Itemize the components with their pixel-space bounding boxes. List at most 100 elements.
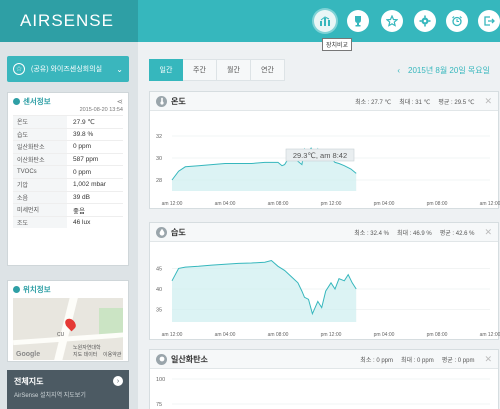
sensor-row: 이산화탄소 587 ppm — [13, 152, 123, 166]
full-map-subtitle: AirSense 설치지역 지도보기 — [14, 393, 86, 399]
humidity-chart[interactable]: 45 40 35 am 12:00 am 04:00 am 08:00 pm 12:00 pm… — [150, 242, 500, 340]
sensor-value: 587 ppm — [73, 156, 99, 164]
tab-daily[interactable]: 일간 — [149, 59, 183, 81]
share-icon[interactable]: ⋖ — [117, 97, 123, 106]
x-tick-label: am 12:00 — [162, 332, 183, 338]
alarm-button[interactable] — [446, 10, 468, 32]
logo[interactable]: AIRSENSE — [20, 11, 114, 31]
co-chart[interactable]: 100 75 — [150, 369, 500, 409]
sensor-name: 온도 — [13, 116, 67, 128]
co-title: 일산화탄소 — [171, 354, 208, 364]
y-tick-label: 35 — [156, 308, 162, 314]
co-icon — [156, 353, 167, 365]
y-tick-label: 28 — [156, 178, 162, 184]
sensor-row: 소음 39 dB — [13, 190, 123, 204]
current-date: 2015년 8월 20일 목요일 — [408, 65, 490, 75]
sensor-name: 습도 — [13, 128, 67, 141]
location-title: 위치정보 — [23, 285, 51, 294]
map-data-link[interactable]: 지도 데이터 — [73, 351, 97, 358]
map-label: CU — [57, 332, 65, 338]
sensor-name: 기압 — [13, 178, 67, 191]
location-header: 위치정보 — [8, 281, 128, 295]
humidity-max: 최대 : 46.9 % — [396, 230, 432, 237]
chevron-down-icon[interactable]: ⌄ — [116, 65, 123, 74]
close-icon[interactable]: ✕ — [484, 354, 492, 365]
x-tick-label: pm 04:00 — [374, 332, 395, 338]
sensor-name: 이산화탄소 — [13, 153, 67, 166]
sensor-value: 39.8 % — [73, 130, 94, 138]
x-tick-label: am 12:00 — [480, 201, 500, 207]
favorites-button[interactable] — [381, 10, 403, 32]
device-compare-button[interactable] — [314, 10, 336, 32]
temperature-card: 온도 최소 : 27.7 ℃ 최대 : 31 ℃ 평균 : 29.5 ℃ ✕ 3… — [149, 91, 500, 209]
sensor-value: 27.9 ℃ — [73, 118, 95, 126]
y-tick-label: 30 — [156, 156, 162, 162]
temperature-stats: 최소 : 27.7 ℃ 최대 : 31 ℃ 평균 : 29.5 ℃ — [355, 97, 474, 106]
y-tick-label: 75 — [156, 402, 162, 408]
temperature-min: 최소 : 27.7 ℃ — [355, 99, 392, 106]
tab-weekly[interactable]: 주간 — [183, 59, 217, 81]
x-tick-label: am 04:00 — [215, 332, 236, 338]
tab-monthly[interactable]: 월간 — [217, 59, 251, 81]
humidity-min: 최소 : 32.4 % — [354, 230, 389, 237]
date-navigator: ‹ 2015년 8월 20일 목요일 — [397, 65, 490, 76]
close-icon[interactable]: ✕ — [484, 96, 492, 107]
sensor-row: 온도 27.9 ℃ — [13, 115, 123, 128]
x-tick-label: pm 08:00 — [427, 201, 448, 207]
chevron-right-icon[interactable]: › — [113, 376, 123, 386]
y-tick-label: 45 — [156, 266, 162, 272]
logout-button[interactable] — [478, 10, 500, 32]
main-content: 일간 주간 월간 연간 ‹ 2015년 8월 20일 목요일 온도 최소 : 2… — [138, 42, 500, 409]
map-terms-link[interactable]: 이용약관 — [103, 351, 121, 358]
co-stats: 최소 : 0 ppm 최대 : 0 ppm 평균 : 0 ppm — [360, 355, 474, 364]
full-map-banner[interactable]: 전체지도 AirSense 설치지역 지도보기 › — [7, 370, 129, 409]
sensor-info-title: 센서정보 — [23, 97, 51, 106]
settings-button[interactable] — [414, 10, 436, 32]
sensor-list: 온도 27.9 ℃ 습도 39.8 % 일산화탄소 0 ppm 이산화탄소 587 ppm TV… — [8, 115, 128, 229]
sensor-timestamp: 2015-08-20 13:54 — [79, 107, 123, 113]
humidity-card: 습도 최소 : 32.4 % 최대 : 46.9 % 평균 : 42.6 % ✕… — [149, 222, 500, 340]
humidity-avg: 평균 : 42.6 % — [439, 230, 475, 237]
chart-tooltip-text: 29.3℃, am 8:42 — [293, 151, 347, 160]
temperature-max: 최대 : 31 ℃ — [399, 99, 431, 106]
ranking-button[interactable] — [347, 10, 369, 32]
prev-date-icon[interactable]: ‹ — [397, 66, 400, 75]
droplet-icon — [156, 226, 167, 238]
location-panel: 위치정보 CU 노원자연대학 Google 지도 데이터 이용약관 — [7, 280, 129, 362]
sensor-row: 습도 39.8 % — [13, 127, 123, 141]
sensor-value: 39 dB — [73, 193, 90, 201]
map-label: 노원자연대학 — [73, 345, 101, 351]
sensor-icon — [13, 98, 20, 105]
devices-icon — [320, 16, 330, 26]
temperature-chart[interactable]: 32 30 28 am 12:00 am 04:00 am 08:00 pm 12:00 pm… — [150, 111, 500, 209]
sensor-row: 조도 46 lux — [13, 215, 123, 229]
temperature-title: 온도 — [171, 96, 186, 106]
sensor-name: 조도 — [13, 216, 67, 229]
sensor-value: 1,002 mbar — [73, 181, 106, 189]
close-icon[interactable]: ✕ — [484, 227, 492, 238]
location-map[interactable]: CU 노원자연대학 Google 지도 데이터 이용약관 — [13, 298, 123, 360]
series-area — [172, 260, 357, 322]
sensor-row: TVOCs 0 ppm — [13, 165, 123, 178]
x-tick-label: am 08:00 — [268, 332, 289, 338]
sensor-info-panel: 센서정보 ⋖ 2015-08-20 13:54 온도 27.9 ℃ 습도 39.8 %… — [7, 92, 129, 266]
co-avg: 평균 : 0 ppm — [441, 357, 475, 364]
y-tick-label: 40 — [156, 287, 162, 293]
y-tick-label: 32 — [156, 134, 162, 140]
humidity-stats: 최소 : 32.4 % 최대 : 46.9 % 평균 : 42.6 % — [354, 228, 474, 237]
star-icon: ☆ — [13, 63, 25, 75]
temperature-card-header: 온도 최소 : 27.7 ℃ 최대 : 31 ℃ 평균 : 29.5 ℃ ✕ — [150, 92, 498, 111]
sidebar: ☆ (공유) 와이즈센싱회의실 ⌄ 센서정보 ⋖ 2015-08-20 13:5… — [0, 42, 138, 409]
app-header: AIRSENSE — [0, 0, 500, 42]
sensor-value: 좋음 — [73, 207, 85, 215]
x-tick-label: am 04:00 — [215, 201, 236, 207]
trophy-icon — [355, 16, 361, 27]
sensor-name: TVOCs — [13, 166, 67, 178]
tab-yearly[interactable]: 연간 — [251, 59, 285, 81]
sensor-name: 소음 — [13, 191, 67, 204]
space-selector[interactable]: ☆ (공유) 와이즈센싱회의실 ⌄ — [7, 56, 129, 82]
location-icon — [13, 286, 20, 293]
logo-area[interactable]: AIRSENSE — [0, 0, 138, 42]
x-tick-label: pm 08:00 — [427, 332, 448, 338]
x-tick-label: pm 12:00 — [321, 201, 342, 207]
